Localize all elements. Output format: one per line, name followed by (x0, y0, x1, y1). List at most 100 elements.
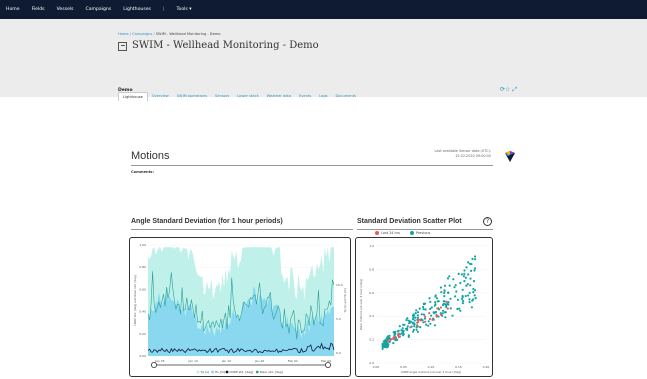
range-slider-start-handle[interactable] (150, 362, 157, 369)
breadcrumb: Home / Campaigns / SWIM - Wellhead Monit… (118, 32, 220, 36)
y-right-axis-label: Tp [s] and Hs [m] (343, 288, 347, 313)
scatter-point-previous (467, 261, 470, 264)
nav-lighthouses[interactable]: Lighthouses (123, 7, 151, 12)
scatter-legend-previous[interactable]: Previous (410, 231, 430, 235)
scatter-point-previous (406, 325, 409, 328)
top-navigation: Home Fields Vessels Campaigns Lighthouse… (0, 0, 647, 19)
scatter-point-previous (394, 330, 397, 333)
scatter-point-previous (464, 276, 467, 279)
breadcrumb-campaigns[interactable]: Campaigns / (132, 32, 154, 36)
x-tick-label: 0.00 (373, 365, 380, 369)
help-icon[interactable]: ? (483, 217, 492, 226)
legend-label-previous: Previous (416, 231, 431, 235)
scatter-point-previous (443, 291, 446, 295)
range-slider-end-handle[interactable] (324, 362, 331, 369)
scatter-point-previous (420, 313, 423, 316)
scatter-point-last24 (424, 315, 427, 318)
x-tick-label: Jan 12 (187, 359, 197, 363)
scatter-point-previous (469, 284, 472, 287)
scatter-point-previous (444, 311, 447, 314)
nav-vessels[interactable]: Vessels (57, 7, 74, 12)
scatter-point-previous (443, 289, 446, 292)
scatter-point-previous (427, 324, 430, 327)
scatter-point-previous (461, 294, 464, 298)
scatter-point-previous (404, 327, 408, 330)
scatter-point-previous (422, 303, 426, 306)
scatter-point-previous (446, 277, 450, 280)
scatter-point-previous (429, 307, 432, 310)
scatter-point-previous (415, 309, 418, 312)
scatter-point-previous (443, 295, 446, 298)
angle-chart: 1.00 0.80 0.60 0.40 0.20 0.00 10.0 5.0 0.0 Jan 05… (133, 243, 347, 374)
page-title: SWIM - Wellhead Monitoring - Demo (132, 40, 319, 51)
expand-icon[interactable]: ⤢ (512, 86, 517, 93)
scatter-point-previous (442, 300, 446, 303)
nav-campaigns[interactable]: Campaigns (85, 7, 111, 12)
scatter-point-last24 (439, 313, 442, 316)
legend-label: Tp [s] (200, 370, 210, 374)
scatter-point-previous (471, 257, 474, 261)
tab-swim-operations[interactable]: SWIM operations (173, 92, 211, 101)
breadcrumb-home[interactable]: Home / (118, 32, 131, 36)
company-logo-icon (505, 151, 515, 162)
scatter-point-previous (429, 322, 432, 325)
scatter-point-previous (463, 269, 466, 272)
tab-logs[interactable]: Logs (315, 92, 331, 101)
scatter-chart-panel: 0.0 0.2 0.4 0.6 0.8 1.0 0.00 0.05 0.10 0.15 0.20 LM… (355, 237, 493, 377)
scatter-point-previous (387, 336, 390, 339)
scatter-point-previous (412, 328, 415, 331)
scatter-point-previous (462, 275, 465, 278)
scatter-point-last24 (388, 340, 391, 343)
breadcrumb-current: SWIM - Wellhead Monitoring - Demo (155, 32, 221, 36)
scatter-point-previous (398, 325, 401, 328)
legend-label: Riser std. [deg] (260, 370, 283, 374)
tab-documents[interactable]: Documents (332, 92, 361, 101)
nav-tools-dropdown[interactable]: Tools ▾ (177, 7, 192, 12)
motions-divider (131, 165, 493, 166)
tab-events[interactable]: Events (295, 92, 315, 101)
nav-home[interactable]: Home (6, 7, 20, 12)
nav-separator: | (162, 7, 165, 12)
scatter-point-last24 (409, 326, 412, 329)
tab-sensors[interactable]: Sensors (211, 92, 233, 101)
tab-weather-data[interactable]: Weather data (263, 92, 295, 101)
y-tick-label: 0.00 (139, 354, 146, 358)
scatter-point-previous (470, 269, 473, 272)
scatter-point-previous (402, 329, 405, 332)
scatter-point-previous (463, 280, 466, 283)
campaign-icon (118, 42, 127, 51)
scatter-point-previous (448, 275, 451, 278)
scatter-point-last24 (446, 307, 449, 310)
tab-lighthouse[interactable]: Lighthouse (118, 92, 148, 101)
scatter-point-previous (434, 303, 437, 306)
scatter-point-previous (471, 299, 474, 302)
scatter-point-last24 (436, 307, 439, 310)
y-tick-label: 0.6 (369, 291, 374, 295)
scatter-point-previous (403, 323, 406, 326)
angle-chart-panel: 1.00 0.80 0.60 0.40 0.20 0.00 10.0 5.0 0.0 Jan 05… (129, 237, 351, 377)
scatter-point-last24 (431, 318, 434, 321)
scatter-point-previous (470, 306, 473, 309)
section-label: Demo (118, 88, 133, 93)
x-tick-label: Jan 05 (154, 359, 164, 363)
scatter-point-previous (447, 301, 450, 304)
scatter-point-previous (456, 307, 459, 311)
legend-marker (255, 370, 259, 374)
scatter-point-previous (473, 294, 476, 297)
y-tick-label: 1.0 (369, 244, 374, 248)
scatter-point-previous (387, 343, 390, 346)
scatter-point-previous (401, 327, 404, 330)
nav-fields[interactable]: Fields (32, 7, 45, 12)
scatter-point-previous (419, 326, 422, 329)
angle-chart-divider (131, 229, 353, 230)
scatter-point-previous (434, 311, 437, 314)
tab-lower-stack[interactable]: Lower stack (233, 92, 262, 101)
scatter-point-last24 (397, 335, 400, 339)
star-icon[interactable]: ☆ (505, 86, 510, 93)
tab-overview[interactable]: Overview (148, 92, 173, 101)
legend-label-last24: Last 24 hrs (381, 231, 400, 235)
scatter-point-previous (456, 298, 460, 301)
scatter-point-previous (428, 297, 431, 300)
scatter-point-previous (384, 343, 388, 346)
scatter-legend-last24[interactable]: Last 24 hrs (375, 231, 400, 235)
